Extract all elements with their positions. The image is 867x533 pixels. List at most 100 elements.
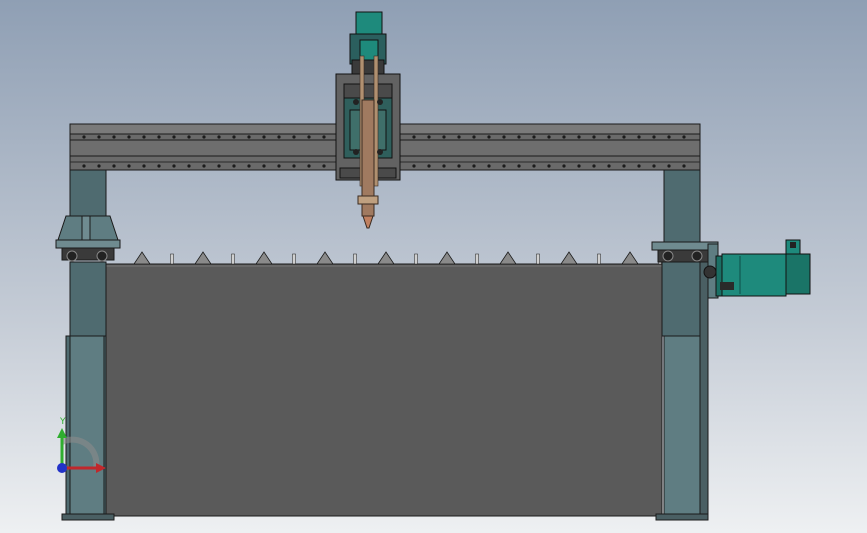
bolt-hole (547, 164, 551, 168)
bolt-hole (442, 135, 446, 139)
table-stake (475, 253, 479, 265)
bolt-hole (457, 135, 461, 139)
bolt-hole (277, 164, 281, 168)
bolt-hole (292, 164, 296, 168)
bolt-hole (217, 135, 221, 139)
z-axis-dot (57, 463, 67, 473)
bolt-hole (262, 164, 266, 168)
bolt-hole (157, 135, 161, 139)
bolt-hole (292, 135, 296, 139)
bolt-hole (277, 135, 281, 139)
bolt-hole (607, 164, 611, 168)
bolt-hole (577, 135, 581, 139)
bolt-hole (592, 135, 596, 139)
bolt-hole (622, 135, 626, 139)
bolt-hole (127, 135, 131, 139)
bolt-hole (577, 164, 581, 168)
bolt-hole (502, 164, 506, 168)
bolt-hole (667, 164, 671, 168)
wheel-icon (662, 250, 674, 262)
bolt-hole (622, 164, 626, 168)
bolt-hole (112, 164, 116, 168)
bolt-hole (127, 164, 131, 168)
table-stake (536, 253, 540, 265)
bolt-hole (547, 135, 551, 139)
bolt-hole (172, 164, 176, 168)
bolt-hole (172, 135, 176, 139)
bolt-hole (592, 164, 596, 168)
bolt-hole (637, 164, 641, 168)
bolt-hole (517, 164, 521, 168)
bolt-hole (607, 135, 611, 139)
bolt-hole (97, 135, 101, 139)
bolt-hole (112, 135, 116, 139)
bolt-hole (142, 135, 146, 139)
bolt-hole (262, 135, 266, 139)
cad-viewport[interactable]: Y (0, 0, 867, 533)
bolt-hole (682, 135, 686, 139)
bolt-hole (187, 164, 191, 168)
bolt-hole (517, 135, 521, 139)
bolt-hole (682, 164, 686, 168)
wheel-icon (66, 250, 78, 262)
bolt-hole (307, 135, 311, 139)
bolt-hole (412, 164, 416, 168)
bolt-hole (487, 135, 491, 139)
cutting-table (105, 263, 663, 517)
bolt-hole (157, 164, 161, 168)
wheel-icon (96, 250, 108, 262)
table-stake (414, 253, 418, 265)
bolt-hole (232, 135, 236, 139)
bolt-hole (202, 164, 206, 168)
torch-carriage (335, 11, 401, 229)
bolt-hole (487, 164, 491, 168)
bolt-hole (652, 135, 656, 139)
bolt-hole (652, 164, 656, 168)
bolt-hole (457, 164, 461, 168)
table-stake (170, 253, 174, 265)
bolt-hole (427, 135, 431, 139)
bolt-hole (142, 164, 146, 168)
table-slat (194, 251, 212, 265)
table-slat (255, 251, 273, 265)
table-stake (231, 253, 235, 265)
bolt-hole (532, 135, 536, 139)
bolt-hole (82, 135, 86, 139)
bolt-hole (307, 164, 311, 168)
bolt-hole (562, 135, 566, 139)
table-slat (133, 251, 151, 265)
table-stake (353, 253, 357, 265)
table-slats (133, 251, 662, 265)
bolt-hole (247, 135, 251, 139)
bolt-hole (472, 164, 476, 168)
bolt-hole (502, 135, 506, 139)
table-slat (316, 251, 334, 265)
table-body (105, 263, 663, 517)
bolt-hole (322, 164, 326, 168)
bolt-hole (247, 164, 251, 168)
table-slat (438, 251, 456, 265)
bolt-hole (442, 164, 446, 168)
bolt-hole (82, 164, 86, 168)
table-slat (621, 251, 639, 265)
bolt-hole (412, 135, 416, 139)
bolt-hole (187, 135, 191, 139)
bolt-hole (427, 164, 431, 168)
bolt-hole (232, 164, 236, 168)
bolt-hole (532, 164, 536, 168)
bolt-hole (217, 164, 221, 168)
wheel-icon (691, 250, 703, 262)
bolt-hole (322, 135, 326, 139)
table-slat (560, 251, 578, 265)
bolt-hole (562, 164, 566, 168)
y-axis-label: Y (59, 417, 66, 427)
drive-motor (715, 239, 811, 297)
bolt-hole (667, 135, 671, 139)
bolt-hole (637, 135, 641, 139)
table-stake (292, 253, 296, 265)
bolt-hole (202, 135, 206, 139)
table-slat (499, 251, 517, 265)
table-stake (597, 253, 601, 265)
bolt-hole (472, 135, 476, 139)
bolt-hole (97, 164, 101, 168)
